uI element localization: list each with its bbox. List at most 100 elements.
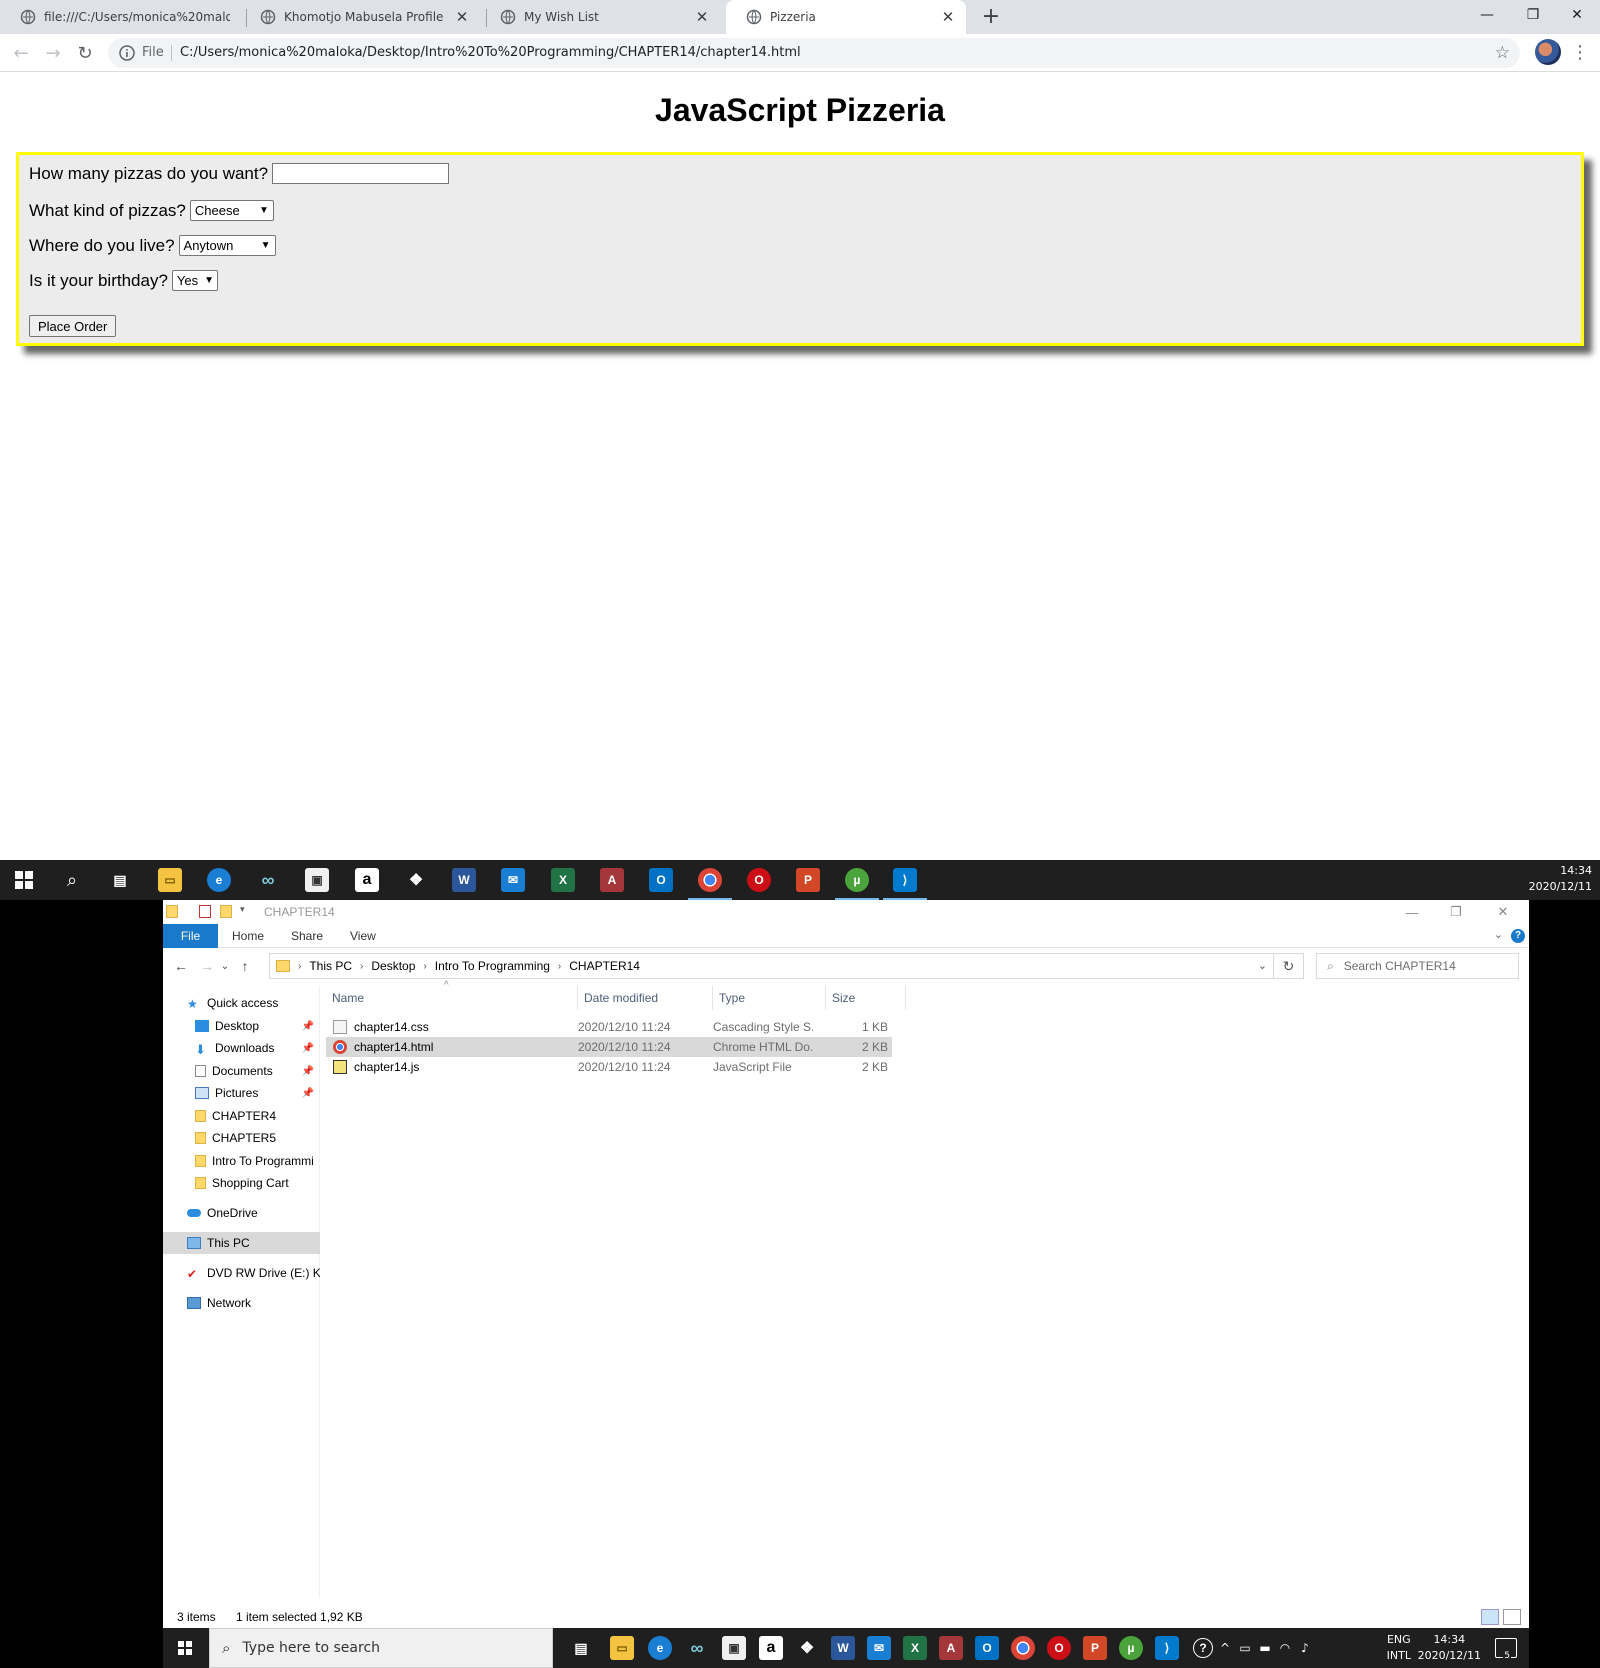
new-folder-icon[interactable] xyxy=(220,905,232,918)
word-icon[interactable]: W xyxy=(831,1636,855,1660)
refresh-icon[interactable]: ↻ xyxy=(1274,953,1304,979)
nav-this-pc[interactable]: This PC xyxy=(163,1232,320,1254)
breadcrumb-item[interactable]: Desktop xyxy=(371,959,415,973)
back-arrow-icon[interactable]: ← xyxy=(8,40,34,66)
chevron-down-icon[interactable]: ⌄ xyxy=(1258,959,1267,972)
large-icons-view-icon[interactable] xyxy=(1503,1609,1521,1625)
utorrent-icon[interactable]: µ xyxy=(1119,1636,1143,1660)
nav-shopping-cart[interactable]: Shopping Cart xyxy=(163,1172,320,1194)
forward-arrow-icon[interactable]: → xyxy=(197,956,217,976)
outlook-icon[interactable]: O xyxy=(649,868,673,892)
pin-icon[interactable]: 📌 xyxy=(302,1088,314,1099)
system-clock[interactable]: 14:34 2020/12/11 xyxy=(1529,863,1592,895)
chevron-up-icon[interactable]: ^ xyxy=(1217,1640,1233,1656)
windows-start-icon[interactable] xyxy=(177,1640,193,1656)
edge-icon[interactable]: e xyxy=(648,1636,672,1660)
file-explorer-icon[interactable]: ▭ xyxy=(610,1636,634,1660)
mail-icon[interactable]: ✉ xyxy=(501,868,525,892)
nav-chapter4[interactable]: CHAPTER4 xyxy=(163,1105,320,1127)
table-row[interactable]: chapter14.css 2020/12/10 11:24 Cascading… xyxy=(326,1017,892,1037)
pin-icon[interactable]: 📌 xyxy=(302,1043,314,1054)
nav-documents[interactable]: Documents 📌 xyxy=(163,1060,320,1082)
nav-network[interactable]: Network xyxy=(163,1292,320,1314)
column-header-type[interactable]: Type xyxy=(713,986,826,1010)
back-arrow-icon[interactable]: ← xyxy=(171,956,191,976)
reload-icon[interactable]: ↻ xyxy=(72,40,98,66)
word-icon[interactable]: W xyxy=(452,868,476,892)
search-icon[interactable]: ⌕ xyxy=(60,868,84,892)
amazon-icon[interactable]: a xyxy=(355,868,379,892)
dropbox-icon[interactable]: ❖ xyxy=(795,1636,819,1660)
chrome-icon[interactable] xyxy=(1011,1636,1035,1660)
task-view-icon[interactable]: ▤ xyxy=(569,1636,593,1660)
input-language[interactable]: ENG INTL xyxy=(1387,1632,1411,1664)
close-icon[interactable]: ✕ xyxy=(940,8,956,26)
column-header-name[interactable]: Name xyxy=(326,986,578,1010)
ribbon-tab-home[interactable]: Home xyxy=(218,924,278,948)
taskbar-search-input[interactable]: ⌕ Type here to search xyxy=(209,1628,553,1668)
close-window-icon[interactable]: ✕ xyxy=(1483,900,1523,924)
wifi-icon[interactable]: ◠ xyxy=(1277,1640,1293,1656)
table-row[interactable]: chapter14.html 2020/12/10 11:24 Chrome H… xyxy=(326,1037,892,1057)
table-row[interactable]: chapter14.js 2020/12/10 11:24 JavaScript… xyxy=(326,1057,892,1077)
powerpoint-icon[interactable]: P xyxy=(1083,1636,1107,1660)
close-icon[interactable]: ✕ xyxy=(454,8,470,26)
volume-icon[interactable]: ♪ xyxy=(1297,1640,1313,1656)
help-tray-icon[interactable]: ? xyxy=(1193,1638,1213,1658)
minimize-icon[interactable]: — xyxy=(1464,0,1510,30)
opera-icon[interactable]: O xyxy=(747,868,771,892)
notification-center-icon[interactable]: 5 xyxy=(1495,1638,1517,1661)
tab-file[interactable]: file:///C:/Users/monica%20malok xyxy=(0,0,240,34)
search-input[interactable]: ⌕ Search CHAPTER14 xyxy=(1316,953,1519,979)
breadcrumb[interactable]: › This PC › Desktop › Intro To Programmi… xyxy=(269,953,1274,979)
access-icon[interactable]: A xyxy=(939,1636,963,1660)
ribbon-tab-file[interactable]: File xyxy=(163,924,218,948)
restore-icon[interactable]: ❐ xyxy=(1510,0,1556,30)
infinity-icon[interactable]: ∞ xyxy=(685,1636,709,1660)
place-order-button[interactable]: Place Order xyxy=(29,315,117,337)
mail-icon[interactable]: ✉ xyxy=(867,1636,891,1660)
new-tab-button[interactable]: + xyxy=(977,4,1005,30)
amazon-icon[interactable]: a xyxy=(759,1636,783,1660)
nav-chapter5[interactable]: CHAPTER5 xyxy=(163,1127,320,1149)
powerpoint-icon[interactable]: P xyxy=(796,868,820,892)
forward-arrow-icon[interactable]: → xyxy=(40,40,66,66)
nav-intro-to-programming[interactable]: Intro To Programmi xyxy=(163,1150,320,1172)
birthday-select[interactable]: Yes ▼ xyxy=(171,270,218,291)
windows-start-icon[interactable] xyxy=(12,868,36,892)
breadcrumb-item[interactable]: This PC xyxy=(309,959,352,973)
pin-icon[interactable]: 📌 xyxy=(302,1021,314,1032)
nav-onedrive[interactable]: OneDrive xyxy=(163,1202,320,1224)
tab-profile[interactable]: Khomotjo Mabusela Profile ✕ xyxy=(240,0,480,34)
location-select[interactable]: Anytown ▼ xyxy=(178,235,276,256)
recent-locations-icon[interactable]: ⌄ xyxy=(215,956,235,976)
breadcrumb-item[interactable]: Intro To Programming xyxy=(435,959,550,973)
store-icon[interactable]: ▣ xyxy=(305,868,329,892)
close-icon[interactable]: ✕ xyxy=(694,8,710,26)
properties-icon[interactable] xyxy=(199,905,211,918)
close-window-icon[interactable]: ✕ xyxy=(1554,0,1600,30)
excel-icon[interactable]: X xyxy=(551,868,575,892)
nav-downloads[interactable]: ⬇ Downloads 📌 xyxy=(163,1037,320,1059)
opera-icon[interactable]: O xyxy=(1047,1636,1071,1660)
nav-quick-access[interactable]: ★ Quick access xyxy=(163,992,320,1014)
nav-dvd-drive[interactable]: ✔ DVD RW Drive (E:) KIS xyxy=(163,1262,320,1284)
access-icon[interactable]: A xyxy=(600,868,624,892)
profile-avatar[interactable] xyxy=(1535,39,1561,65)
customize-quick-access-icon[interactable]: ▾ xyxy=(240,904,245,915)
nav-pictures[interactable]: Pictures 📌 xyxy=(163,1082,320,1104)
store-icon[interactable]: ▣ xyxy=(722,1636,746,1660)
address-bar[interactable]: File C:/Users/monica%20maloka/Desktop/In… xyxy=(108,38,1520,68)
details-view-icon[interactable] xyxy=(1481,1609,1499,1625)
url-text[interactable]: C:/Users/monica%20maloka/Desktop/Intro%2… xyxy=(180,45,801,60)
expand-ribbon-icon[interactable]: ⌄ xyxy=(1494,928,1503,941)
restore-icon[interactable]: ❐ xyxy=(1436,900,1476,924)
chrome-icon[interactable] xyxy=(698,868,722,892)
kind-select[interactable]: Cheese ▼ xyxy=(189,200,274,221)
ribbon-tab-view[interactable]: View xyxy=(336,924,390,948)
vscode-icon[interactable]: ⟩ xyxy=(1155,1636,1179,1660)
kebab-menu-icon[interactable]: ⋮ xyxy=(1570,40,1590,66)
infinity-icon[interactable]: ∞ xyxy=(256,868,280,892)
dropbox-icon[interactable]: ❖ xyxy=(404,868,428,892)
task-view-icon[interactable]: ▤ xyxy=(108,868,132,892)
